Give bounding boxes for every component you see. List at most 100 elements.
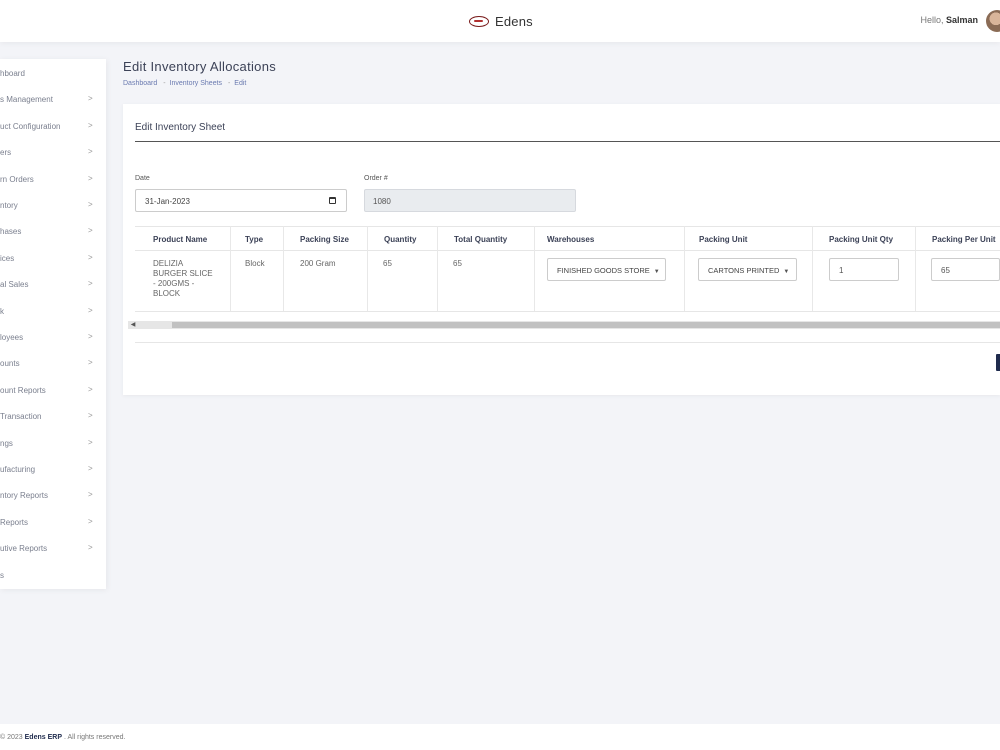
breadcrumb: Dashboard - Inventory Sheets - Edit [123,80,250,87]
breadcrumb-separator: - [227,80,231,87]
sidebar-item[interactable]: Transaction > [0,405,106,427]
chevron-right-icon: > [88,120,93,130]
breadcrumb-separator: - [163,80,166,87]
calendar-icon[interactable] [329,197,336,204]
column-packing-size: Packing Size [300,235,349,244]
chevron-right-icon: > [88,332,93,341]
warehouse-value: FINISHED GOODS STORE [557,266,650,275]
sidebar-item[interactable]: Reports > [0,511,106,533]
breadcrumb-edit: Edit [234,80,247,87]
sidebar-item-label: ntory Reports [0,491,49,501]
date-label: Date [135,175,150,182]
sidebar-item-label: k [0,306,4,316]
sidebar-item-label: Reports [0,517,29,527]
column-divider [367,226,368,312]
packing-unit-qty-input[interactable]: 1 [829,258,899,281]
cell-total-quantity: 65 [453,259,462,268]
sidebar-item[interactable]: rn Orders > [0,168,106,190]
column-type: Type [245,235,264,244]
sidebar-item-label: ntory [0,201,18,210]
order-number-field: 1080 [364,189,576,212]
sidebar-item[interactable]: loyees > [0,326,106,348]
brand[interactable]: Edens [469,12,533,30]
sidebar-item[interactable]: ntory Reports > [0,484,106,506]
sidebar-item[interactable]: ices > [0,247,106,269]
horizontal-scrollbar[interactable]: ◀ [128,321,1000,329]
sidebar-item[interactable]: ngs > [0,432,106,454]
date-input[interactable]: 31-Jan-2023 [135,189,347,212]
sidebar-item-label: ices [0,253,15,263]
column-divider [230,226,231,312]
sidebar-item[interactable]: hases > [0,220,106,242]
divider [135,342,1000,343]
footer: © 2023 Edens ERP . All rights reserved. [0,724,1000,750]
column-quantity: Quantity [384,235,417,244]
footer-brand-link[interactable]: Edens ERP [25,734,62,741]
chevron-right-icon: > [88,411,93,421]
cell-product-name: DELIZIA BURGER SLICE - 200GMS - BLOCK [153,259,213,298]
avatar[interactable] [986,10,1000,32]
order-value: 1080 [373,197,391,206]
packing-unit-select[interactable]: CARTONS PRINTED ▼ [698,258,797,281]
sidebar-item[interactable]: ufacturing > [0,458,106,480]
sidebar-item[interactable]: k > [0,300,106,322]
chevron-right-icon: > [88,464,93,473]
chevron-right-icon: > [88,437,93,447]
chevron-right-icon: > [88,173,93,183]
cell-packing-size: 200 Gram [300,259,336,268]
sidebar-item[interactable]: ount Reports > [0,379,106,401]
sidebar-item-label: loyees [0,333,24,342]
edens-logo-icon [469,15,489,27]
greeting-text: Hello, [920,15,944,25]
user-greeting[interactable]: Hello, Salman [920,15,978,25]
copyright-year: © 2023 [0,734,23,741]
edit-inventory-card: Edit Inventory Sheet Date 31-Jan-2023 Or… [123,104,1000,395]
chevron-right-icon: > [88,358,93,368]
table-header: Product Name Type Packing Size Quantity … [135,226,1000,251]
sidebar-item[interactable]: s [0,564,106,586]
sidebar-item-label: rn Orders [0,174,34,184]
cell-quantity: 65 [383,259,392,268]
column-packing-unit-qty: Packing Unit Qty [829,235,894,244]
card-title: Edit Inventory Sheet [135,122,226,133]
sidebar-item-label: ount Reports [0,385,46,395]
chevron-right-icon: > [88,516,93,526]
sidebar-item[interactable]: utive Reports > [0,537,106,559]
order-label: Order # [364,175,388,182]
column-packing-unit: Packing Unit [699,235,748,244]
chevron-right-icon: > [88,384,93,394]
scrollbar-thumb[interactable] [172,322,1000,328]
column-divider [534,226,535,312]
breadcrumb-dashboard[interactable]: Dashboard [123,80,157,87]
sidebar-item[interactable]: uct Configuration > [0,115,106,137]
column-warehouses: Warehouses [547,235,595,244]
column-divider [283,226,284,312]
sidebar-item-label: utive Reports [0,544,48,554]
page-title: Edit Inventory Allocations [123,59,277,74]
column-divider [812,226,813,312]
packing-unit-qty-value: 1 [839,266,844,275]
sidebar-item[interactable]: al Sales > [0,273,106,295]
submit-button[interactable] [996,354,1000,371]
sidebar-item-label: al Sales [0,280,29,290]
sidebar-item[interactable]: ounts > [0,352,106,374]
sidebar-item-label: ounts [0,359,20,369]
column-divider [437,226,438,312]
warehouse-select[interactable]: FINISHED GOODS STORE ▼ [547,258,666,281]
sidebar-item[interactable]: hboard [0,62,106,84]
sidebar-item-label: hases [0,227,22,237]
chevron-right-icon: > [88,226,93,236]
chevron-right-icon: > [88,490,93,500]
breadcrumb-inventory-sheets[interactable]: Inventory Sheets [170,80,223,87]
chevron-right-icon: > [88,279,93,289]
sidebar-item-label: ngs [0,438,13,448]
packing-per-unit-input[interactable]: 65 [931,258,1000,281]
sidebar-item[interactable]: ers > [0,141,106,163]
sidebar-item-label: s Management [0,95,53,105]
sidebar-item-label: ufacturing [0,465,36,474]
copyright-text: © 2023 Edens ERP . All rights reserved. [0,734,125,741]
column-packing-per-unit: Packing Per Unit [932,235,996,244]
scroll-left-icon[interactable]: ◀ [128,321,138,329]
sidebar-item[interactable]: s Management > [0,88,106,110]
sidebar-item[interactable]: ntory > [0,194,106,216]
